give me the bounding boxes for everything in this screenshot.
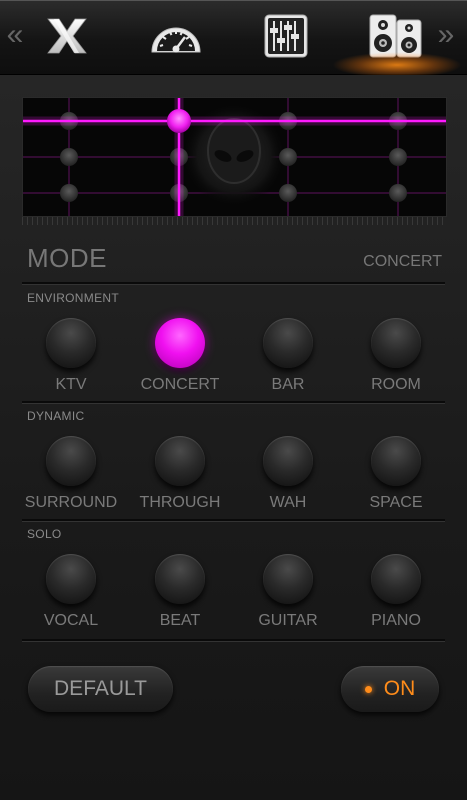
prev-arrow-icon[interactable]: « <box>4 20 26 50</box>
knob-label-guitar: GUITAR <box>258 612 318 629</box>
x-logo-icon <box>47 18 87 54</box>
power-indicator-icon <box>364 685 372 693</box>
knob-label-room: ROOM <box>371 376 421 393</box>
power-on-label: ON <box>383 677 416 700</box>
pad-scale-ticks <box>22 217 445 225</box>
divider <box>22 401 445 404</box>
effect-xy-pad[interactable] <box>22 97 447 217</box>
knob-beat[interactable] <box>151 550 209 608</box>
knob-wah[interactable] <box>259 432 317 490</box>
speedometer-icon <box>151 27 201 53</box>
knob-label-surround: SURROUND <box>24 494 118 511</box>
knob-ktv[interactable] <box>42 314 100 372</box>
tab-speedometer[interactable] <box>146 12 206 60</box>
pad-selected-point <box>167 109 191 133</box>
divider <box>22 639 445 642</box>
knob-concert[interactable] <box>151 314 209 372</box>
knob-bar[interactable] <box>259 314 317 372</box>
tab-x-logo[interactable] <box>37 12 97 60</box>
equalizer-icon <box>264 14 308 58</box>
section-label-solo: SOLO <box>27 527 62 541</box>
default-button[interactable]: DEFAULT <box>28 666 173 712</box>
knob-label-beat: BEAT <box>159 612 201 629</box>
knob-label-wah: WAH <box>269 494 307 511</box>
mode-title: MODE <box>27 243 107 273</box>
knob-label-concert: CONCERT <box>140 376 220 393</box>
knob-label-ktv: KTV <box>55 376 87 393</box>
knob-space[interactable] <box>367 432 425 490</box>
knob-label-through: THROUGH <box>139 494 221 511</box>
section-label-environment: ENVIRONMENT <box>27 291 119 305</box>
section-label-dynamic: DYNAMIC <box>27 409 85 423</box>
knob-through[interactable] <box>151 432 209 490</box>
knob-label-vocal: VOCAL <box>43 612 99 629</box>
default-button-label: DEFAULT <box>54 677 147 700</box>
top-nav-bar: « » <box>0 0 467 78</box>
power-on-button[interactable]: ON <box>341 666 439 712</box>
tab-equalizer[interactable] <box>256 12 316 60</box>
knob-label-space: SPACE <box>369 494 423 511</box>
mode-value: CONCERT <box>363 253 442 270</box>
pad-graphic <box>23 98 446 216</box>
knob-guitar[interactable] <box>259 550 317 608</box>
knob-label-piano: PIANO <box>371 612 421 629</box>
next-arrow-icon[interactable]: » <box>435 20 457 50</box>
knob-room[interactable] <box>367 314 425 372</box>
divider <box>22 519 445 522</box>
top-edge-highlight <box>0 0 467 1</box>
knob-surround[interactable] <box>42 432 100 490</box>
divider <box>22 282 445 285</box>
knob-vocal[interactable] <box>42 550 100 608</box>
knob-piano[interactable] <box>367 550 425 608</box>
knob-label-bar: BAR <box>271 376 305 393</box>
